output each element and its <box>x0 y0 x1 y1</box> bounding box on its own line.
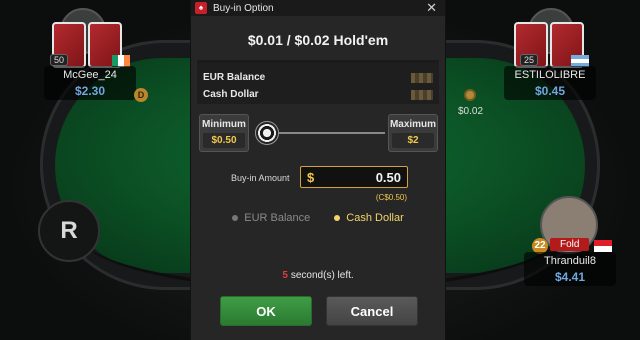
radio-eur-balance[interactable]: EUR Balance <box>232 212 310 224</box>
buyin-dialog: ♠ Buy-in Option ✕ $0.01 / $0.02 Hold'em … <box>190 0 446 340</box>
poker-table-view: 50 McGee_24 $2.30 D 25 ESTILOLIBRE $0.45… <box>0 0 640 340</box>
buyin-amount-value: 0.50 <box>375 169 401 185</box>
player-stack: $2.30 <box>74 84 106 98</box>
buyin-slider-handle[interactable] <box>255 121 279 145</box>
radio-cash-dollar[interactable]: Cash Dollar <box>334 212 404 224</box>
converted-amount: (C$0.50) <box>375 193 407 202</box>
bet-chip-icon <box>464 89 476 101</box>
maximum-value: $2 <box>392 133 434 148</box>
minimum-value: $0.50 <box>203 133 245 148</box>
dialog-header: ♠ Buy-in Option ✕ <box>191 0 445 16</box>
ok-button[interactable]: OK <box>220 296 312 326</box>
player-name: ESTILOLIBRE <box>514 69 586 81</box>
player-name: McGee_24 <box>63 69 117 81</box>
radio-label: EUR Balance <box>244 212 311 224</box>
minimum-label: Minimum <box>202 119 246 130</box>
dialog-title: Buy-in Option <box>213 2 274 14</box>
radio-dot <box>232 215 239 221</box>
dealer-button: D <box>134 88 148 102</box>
player-stack: $4.41 <box>554 270 586 284</box>
countdown-number: 5 <box>282 270 288 281</box>
minimum-button[interactable]: Minimum $0.50 <box>199 114 249 152</box>
buyin-slider-track[interactable] <box>269 132 385 134</box>
balance-value-obscured <box>411 72 433 83</box>
game-stakes-title: $0.01 / $0.02 Hold'em <box>247 32 389 48</box>
player-level-badge: 25 <box>520 54 539 66</box>
balance-value-obscured <box>411 89 433 100</box>
indonesia-flag-icon <box>594 240 612 252</box>
balance-panel: EUR Balance Cash Dollar <box>197 60 439 104</box>
cancel-button[interactable]: Cancel <box>326 296 418 326</box>
buyin-amount-label: Buy-in Amount <box>231 173 290 183</box>
buyin-amount-input[interactable]: $ 0.50 <box>300 166 408 188</box>
radio-dot <box>334 215 341 221</box>
currency-options: EUR Balance Cash Dollar <box>191 212 445 224</box>
countdown-label: second(s) left. <box>290 270 354 281</box>
balance-label: Cash Dollar <box>203 89 259 100</box>
balance-row: EUR Balance <box>203 69 433 86</box>
player-level-badge: 50 <box>50 54 69 66</box>
close-icon[interactable]: ✕ <box>426 0 437 16</box>
player-name: Thranduil8 <box>544 255 596 267</box>
balance-row: Cash Dollar <box>203 86 433 103</box>
rabbit-hunt-button[interactable]: R <box>38 200 100 262</box>
balance-label: EUR Balance <box>203 72 266 83</box>
bet-amount: $0.02 <box>458 106 484 117</box>
buyin-amount-row: Buy-in Amount $ 0.50 (C$0.50) <box>191 166 445 202</box>
currency-symbol: $ <box>307 169 315 185</box>
fold-status-badge: Fold <box>550 238 590 251</box>
maximum-button[interactable]: Maximum $2 <box>388 114 438 152</box>
radio-label: Cash Dollar <box>346 212 404 224</box>
maximum-label: Maximum <box>389 119 437 130</box>
player-stack: $0.45 <box>534 84 566 98</box>
app-logo-icon: ♠ <box>195 2 207 14</box>
buyin-range: Minimum $0.50 Maximum $2 <box>191 114 445 154</box>
countdown-text: 5 second(s) left. <box>191 270 445 281</box>
